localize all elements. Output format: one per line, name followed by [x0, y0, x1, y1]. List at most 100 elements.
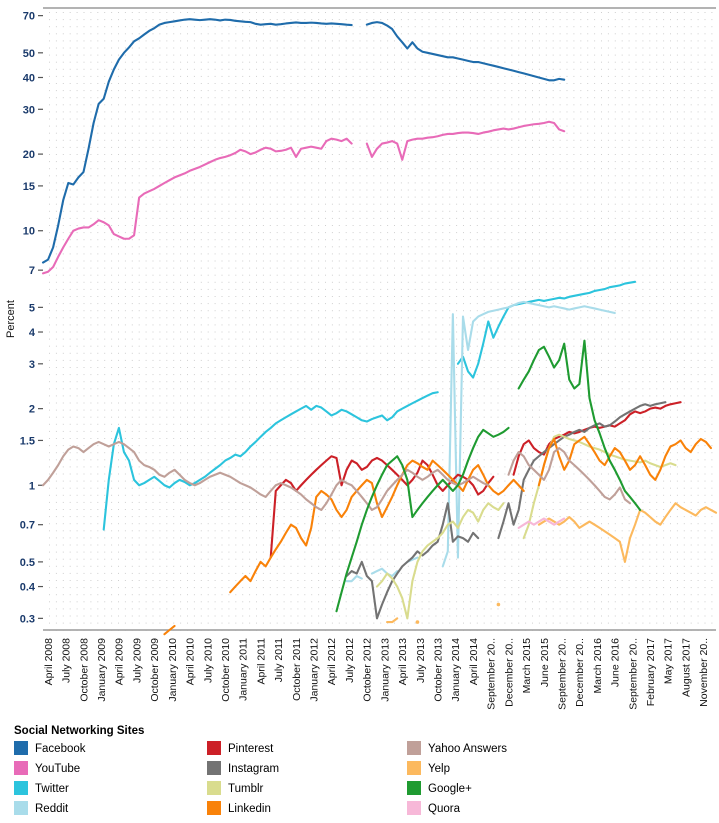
x-tick-label: July 2008 — [61, 638, 73, 683]
y-tick-label: 4 — [29, 327, 36, 339]
x-tick-label: January 2012 — [309, 638, 321, 702]
x-tick-label: July 2010 — [202, 638, 214, 683]
plot-background — [43, 8, 716, 630]
y-tick-label: 40 — [23, 72, 35, 84]
y-tick-label: 0.4 — [20, 582, 36, 594]
x-tick-label: March 2016 — [592, 638, 604, 694]
y-tick-label: 0.5 — [20, 557, 35, 569]
legend-label: YouTube — [35, 763, 80, 775]
x-tick-label: May 2017 — [663, 638, 675, 684]
x-tick-label: January 2009 — [96, 638, 108, 702]
x-tick-label: October 2008 — [78, 638, 90, 702]
x-tick-label: October 2011 — [291, 638, 303, 701]
y-tick-label: 50 — [23, 48, 35, 60]
x-tick-label: October 2009 — [149, 638, 161, 702]
legend-label: Reddit — [35, 803, 69, 815]
x-tick-label: June 2015 — [539, 638, 551, 687]
legend-label: Quora — [428, 803, 461, 815]
x-axis: April 2008 July 2008 October 2008 January 2… — [43, 638, 710, 710]
legend-item-facebook[interactable]: Facebook — [14, 741, 86, 755]
legend-swatch — [14, 761, 28, 775]
x-tick-label: July 2012 — [344, 638, 356, 683]
series-point — [496, 602, 501, 607]
legend-swatch — [14, 781, 28, 795]
chart-container: 70 50 40 30 20 15 10 7 5 4 3 2 1.5 1 0.7 0.5 0.4 0.3 Perce… — [0, 0, 719, 823]
legend-item-yahoo-answers[interactable]: Yahoo Answers — [407, 741, 507, 755]
legend-item-youtube[interactable]: YouTube — [14, 761, 80, 775]
legend-label: Facebook — [35, 743, 86, 755]
legend-swatch — [407, 741, 421, 755]
y-axis-title: Percent — [5, 300, 17, 338]
y-tick-label: 1 — [29, 480, 35, 492]
legend-item-reddit[interactable]: Reddit — [14, 801, 69, 815]
x-tick-label: September 20.. — [486, 638, 498, 710]
x-tick-label: October 2012 — [362, 638, 374, 702]
legend-label: Google+ — [428, 783, 472, 795]
legend-swatch — [14, 741, 28, 755]
x-tick-label: January 2013 — [379, 638, 391, 702]
x-tick-label: April 2008 — [43, 638, 55, 685]
x-tick-label: December 20.. — [503, 638, 515, 707]
x-tick-label: September 20.. — [627, 638, 639, 710]
legend-label: Yahoo Answers — [428, 743, 507, 755]
x-tick-label: January 2014 — [450, 638, 462, 702]
x-tick-label: February 2017 — [645, 638, 657, 706]
y-tick-label: 70 — [23, 11, 35, 23]
y-tick-label: 7 — [29, 265, 35, 277]
legend-item-google-[interactable]: Google+ — [407, 781, 472, 795]
y-tick-label: 0.3 — [20, 613, 35, 625]
x-tick-label: April 2013 — [397, 638, 409, 685]
x-tick-label: April 2014 — [468, 638, 480, 685]
y-tick-label: 15 — [23, 181, 35, 193]
y-tick-label: 30 — [23, 104, 35, 116]
x-tick-label: July 2013 — [415, 638, 427, 683]
x-tick-label: November 20.. — [698, 638, 710, 707]
legend-swatch — [207, 761, 221, 775]
x-tick-label: January 2011 — [238, 638, 250, 701]
x-tick-label: March 2015 — [521, 638, 533, 694]
y-tick-label: 3 — [29, 359, 35, 371]
x-tick-label: December 20.. — [574, 638, 586, 707]
legend-item-yelp[interactable]: Yelp — [407, 761, 450, 775]
x-tick-label: August 2017 — [680, 638, 692, 697]
y-tick-label: 0.7 — [20, 520, 35, 532]
legend-label: Yelp — [428, 763, 450, 775]
x-tick-label: April 2012 — [326, 638, 338, 685]
x-tick-label: July 2009 — [131, 638, 143, 683]
legend-label: Tumblr — [228, 783, 264, 795]
x-tick-label: April 2010 — [185, 638, 197, 685]
legend-item-quora[interactable]: Quora — [407, 801, 461, 815]
y-tick-label: 20 — [23, 149, 35, 161]
x-tick-label: April 2011 — [255, 638, 267, 685]
legend-item-twitter[interactable]: Twitter — [14, 781, 69, 795]
x-tick-label: July 2011 — [273, 638, 285, 682]
legend-title: Social Networking Sites — [14, 725, 144, 737]
x-tick-label: June 2016 — [610, 638, 622, 687]
x-tick-label: September 20.. — [557, 638, 569, 710]
legend-label: Twitter — [35, 783, 69, 795]
y-tick-label: 1.5 — [20, 435, 35, 447]
y-axis: 70 50 40 30 20 15 10 7 5 4 3 2 1.5 1 0.7 0.5 0.4 0.3 — [20, 11, 43, 625]
legend-label: Instagram — [228, 763, 279, 775]
legend-swatch — [207, 801, 221, 815]
series-point — [415, 620, 420, 624]
legend-label: Pinterest — [228, 743, 274, 755]
legend-swatch — [14, 801, 28, 815]
legend-swatch — [207, 741, 221, 755]
x-tick-label: April 2009 — [114, 638, 126, 685]
x-tick-label: January 2010 — [167, 638, 179, 702]
legend-item-pinterest[interactable]: Pinterest — [207, 741, 274, 755]
x-tick-label: October 2010 — [220, 638, 232, 702]
legend-swatch — [407, 781, 421, 795]
legend-swatch — [207, 781, 221, 795]
x-tick-label: October 2013 — [433, 638, 445, 702]
legend-label: Linkedin — [228, 803, 271, 815]
y-tick-label: 2 — [29, 404, 35, 416]
legend-item-tumblr[interactable]: Tumblr — [207, 781, 264, 795]
legend-item-linkedin[interactable]: Linkedin — [207, 801, 271, 815]
y-tick-label: 10 — [23, 226, 35, 238]
legend-swatch — [407, 761, 421, 775]
legend-item-instagram[interactable]: Instagram — [207, 761, 279, 775]
line-chart: 70 50 40 30 20 15 10 7 5 4 3 2 1.5 1 0.7 0.5 0.4 0.3 Perce… — [5, 7, 718, 815]
legend-swatch — [407, 801, 421, 815]
